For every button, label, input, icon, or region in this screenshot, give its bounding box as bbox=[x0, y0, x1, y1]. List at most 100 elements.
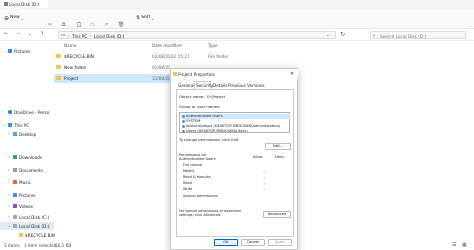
permission-row: Modify ✓ bbox=[183, 169, 283, 174]
permission-row: Write ✓ bbox=[183, 187, 283, 192]
permissions-header: Permissions for Authenticated Users bbox=[179, 153, 216, 162]
close-icon[interactable]: ✕ bbox=[290, 71, 294, 77]
edit-button[interactable]: Edit... bbox=[265, 143, 291, 150]
permission-name: Read bbox=[183, 181, 192, 186]
permission-row: Read ✓ bbox=[183, 181, 283, 186]
users-icon bbox=[182, 114, 185, 118]
pictures-icon bbox=[8, 49, 12, 53]
status-size: 16.1 KB bbox=[55, 243, 72, 248]
advanced-button[interactable]: Advanced bbox=[263, 211, 291, 218]
nav-item-pictures-quick[interactable]: Pictures bbox=[0, 47, 54, 55]
cut-icon[interactable]: ✂ bbox=[48, 22, 52, 28]
navigation-pane: Pictures › OneDrive - Perso ⌄ This PC › … bbox=[0, 41, 55, 247]
permission-name: Modify bbox=[183, 169, 195, 174]
tab-details[interactable]: Details bbox=[212, 82, 228, 89]
check-icon: ✓ bbox=[263, 169, 267, 174]
nav-item-label: $RECYCLE.BIN bbox=[25, 232, 55, 238]
forward-icon[interactable]: → bbox=[16, 31, 20, 37]
nav-item-local-disk-c[interactable]: › Local Disk (C:) bbox=[0, 213, 54, 221]
tab-general[interactable]: General bbox=[177, 82, 195, 89]
cancel-button-label: Cancel bbox=[246, 240, 260, 245]
column-header-date[interactable]: Date modified bbox=[152, 43, 182, 48]
nav-item-label: Pictures bbox=[19, 192, 36, 198]
nav-item-label: Desktop bbox=[19, 131, 37, 137]
column-header-name[interactable]: Name bbox=[64, 43, 76, 48]
breadcrumb-local-disk[interactable]: Local Disk (D:) bbox=[94, 34, 124, 39]
group-list[interactable]: Authenticated Users SYSTEM Administrator… bbox=[179, 112, 290, 133]
apply-button[interactable]: Apply bbox=[268, 239, 292, 246]
nav-item-local-disk-d[interactable]: ⌄ Local Disk (D:) bbox=[0, 222, 54, 230]
title-bar: Local Disk (D:) bbox=[0, 0, 474, 9]
permission-name: Write bbox=[183, 187, 193, 192]
nav-item-documents[interactable]: › Documents bbox=[0, 166, 54, 174]
share-icon[interactable]: ↗ bbox=[104, 22, 108, 28]
recent-dropdown-icon[interactable]: ⌄ bbox=[28, 31, 32, 37]
nav-item-label: Local Disk (C:) bbox=[19, 214, 50, 220]
file-name: $RECYCLE.BIN bbox=[64, 54, 94, 59]
documents-icon bbox=[13, 168, 17, 172]
file-row[interactable]: Project 31/08/2022 bbox=[54, 74, 170, 83]
desktop-icon bbox=[13, 132, 17, 136]
sort-button[interactable]: ⇅ Sort ⌄ bbox=[136, 13, 155, 23]
nav-item-onedrive[interactable]: › OneDrive - Perso bbox=[0, 108, 54, 116]
search-input[interactable]: ⌕ Search Local Disk (D:) bbox=[370, 31, 466, 39]
window-tab-label: Local Disk (D:) bbox=[9, 2, 40, 7]
ok-button[interactable]: OK bbox=[214, 239, 238, 246]
chevron-right-icon: › bbox=[8, 131, 10, 136]
nav-item-label: This PC bbox=[14, 122, 30, 128]
details-view-icon[interactable]: ☰ bbox=[452, 242, 456, 248]
tiles-view-icon[interactable]: ▦ bbox=[462, 242, 467, 248]
nav-item-videos[interactable]: › Videos bbox=[0, 202, 54, 210]
nav-item-downloads[interactable]: › Downloads bbox=[0, 153, 54, 161]
sort-icon: ⇅ bbox=[136, 15, 141, 21]
apply-button-label: Apply bbox=[274, 240, 286, 245]
nav-item-label: Pictures bbox=[14, 48, 31, 54]
object-name-value: D:\Project bbox=[207, 95, 226, 99]
users-icon bbox=[182, 129, 185, 133]
tab-previous-versions[interactable]: Previous Versions bbox=[227, 82, 265, 89]
tab-label: Details bbox=[213, 83, 228, 88]
paste-icon[interactable]: 📋 bbox=[76, 22, 82, 28]
column-headers: Name Date modified Type bbox=[54, 41, 474, 50]
file-row[interactable]: New folder 01/08/2022 ... bbox=[54, 63, 170, 72]
dialog-title-bar: Project Properties ✕ bbox=[171, 69, 298, 79]
drive-icon bbox=[13, 215, 17, 219]
file-date: 01/08/2022 ... bbox=[152, 65, 170, 70]
drive-icon bbox=[13, 224, 17, 228]
nav-item-label: Music bbox=[19, 179, 31, 185]
delete-icon[interactable]: 🗑 bbox=[118, 22, 124, 28]
list-item[interactable]: Users (DESKTOP-MRDOSKN\Users) bbox=[181, 129, 290, 134]
nav-item-desktop[interactable]: › Desktop bbox=[0, 130, 54, 138]
nav-item-recycle-bin-folder[interactable]: $RECYCLE.BIN bbox=[0, 231, 55, 239]
permission-name: Special permissions bbox=[183, 194, 218, 199]
address-dropdown-icon[interactable]: ⌄ bbox=[326, 33, 330, 38]
users-icon bbox=[182, 124, 185, 128]
breadcrumb-this-pc[interactable]: This PC bbox=[72, 34, 87, 39]
up-icon[interactable]: ↑ bbox=[40, 31, 44, 37]
cancel-button[interactable]: Cancel bbox=[241, 239, 265, 246]
new-button[interactable]: ⊕ New ⌄ bbox=[4, 13, 24, 23]
back-icon[interactable]: ← bbox=[4, 31, 8, 37]
chevron-right-icon: › bbox=[68, 33, 70, 38]
nav-item-this-pc[interactable]: ⌄ This PC bbox=[0, 121, 54, 129]
copy-icon[interactable]: ⧉ bbox=[62, 22, 66, 28]
nav-item-pictures[interactable]: › Pictures bbox=[0, 191, 54, 199]
tab-label: Security bbox=[196, 83, 214, 88]
videos-icon bbox=[13, 204, 17, 208]
chevron-down-icon: ⌄ bbox=[151, 15, 155, 21]
change-permissions-text: To change permissions, click Edit. bbox=[179, 138, 240, 142]
refresh-icon[interactable]: ↻ bbox=[340, 31, 345, 38]
column-header-type[interactable]: Type bbox=[208, 43, 218, 48]
file-row[interactable]: $RECYCLE.BIN 02/08/2022 15:27 File folde… bbox=[54, 52, 234, 61]
address-bar[interactable]: ▭ › This PC › Local Disk (D:) ⌄ bbox=[58, 31, 336, 39]
group-list-label: Group or user names: bbox=[179, 105, 221, 109]
chevron-down-icon: ⌄ bbox=[8, 223, 12, 228]
window-tab[interactable]: Local Disk (D:) bbox=[2, 0, 48, 8]
nav-item-label: Videos bbox=[19, 203, 33, 209]
rename-icon[interactable]: ▭ bbox=[90, 22, 95, 28]
folder-icon bbox=[19, 233, 23, 237]
nav-item-music[interactable]: › Music bbox=[0, 178, 54, 186]
tab-security[interactable]: Security bbox=[194, 81, 214, 89]
nav-item-label: Downloads bbox=[19, 154, 42, 160]
properties-dialog: Project Properties ✕ General Security De… bbox=[170, 68, 298, 250]
